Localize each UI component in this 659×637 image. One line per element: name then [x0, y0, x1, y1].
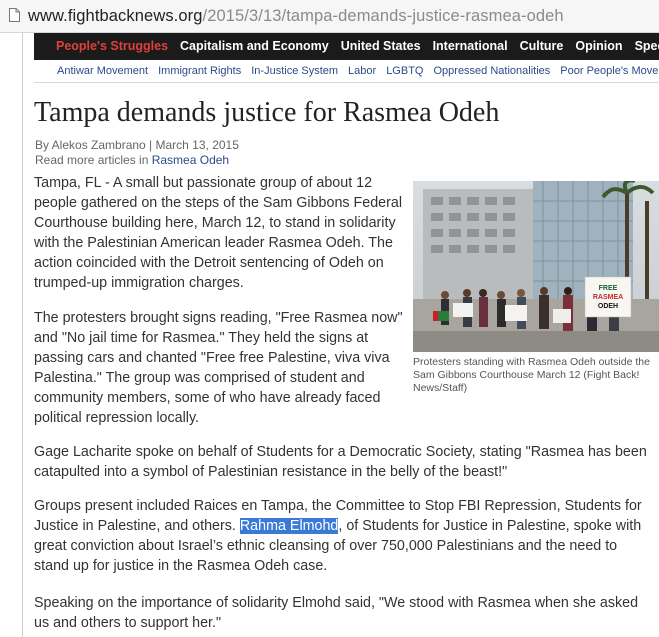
- paragraph-1: Tampa, FL - A small but passionate group…: [34, 175, 402, 291]
- subnav-labor[interactable]: Labor: [343, 61, 381, 82]
- nav-special-coverage[interactable]: Special Co: [629, 33, 659, 60]
- nav-peoples-struggles[interactable]: People's Struggles: [34, 33, 174, 60]
- read-more-link[interactable]: Rasmea Odeh: [152, 153, 229, 167]
- url-text[interactable]: www.fightbacknews.org/2015/3/13/tampa-de…: [28, 7, 564, 26]
- subnav-antiwar[interactable]: Antiwar Movement: [34, 61, 153, 82]
- url-path: /2015/3/13/tampa-demands-justice-rasmea-…: [202, 7, 564, 25]
- sign-text: FREE: [599, 285, 618, 292]
- nav-international[interactable]: International: [427, 33, 514, 60]
- page-icon: [9, 8, 20, 22]
- photo-caption: Protesters standing with Rasmea Odeh out…: [413, 356, 650, 394]
- subnav-oppressed-nationalities[interactable]: Oppressed Nationalities: [428, 61, 555, 82]
- svg-text:RASMEA: RASMEA: [593, 294, 623, 301]
- subnav-lgbtq[interactable]: LGBTQ: [381, 61, 428, 82]
- byline: By Alekos Zambrano | March 13, 2015: [35, 138, 239, 152]
- primary-nav: People's Struggles Capitalism and Economy…: [34, 33, 659, 60]
- paragraph-5: Speaking on the importance of solidarity…: [34, 595, 639, 631]
- selected-text-highlight[interactable]: Rahma Elmohd: [239, 518, 339, 534]
- subnav-injustice-system[interactable]: In-Justice System: [246, 61, 343, 82]
- nav-culture[interactable]: Culture: [514, 33, 570, 60]
- address-bar[interactable]: www.fightbacknews.org/2015/3/13/tampa-de…: [0, 0, 659, 33]
- nav-capitalism-economy[interactable]: Capitalism and Economy: [174, 33, 335, 60]
- subnav-immigrant-rights[interactable]: Immigrant Rights: [153, 61, 246, 82]
- paragraph-3: Gage Lacharite spoke on behalf of Studen…: [34, 444, 647, 480]
- secondary-nav: Antiwar Movement Immigrant Rights In-Justi…: [34, 61, 659, 83]
- subnav-poor-peoples-movement[interactable]: Poor People's Move: [555, 61, 659, 82]
- svg-text:ODEH: ODEH: [598, 303, 618, 310]
- protest-photo: FREE RASMEA ODEH: [413, 181, 659, 352]
- paragraph-4: Groups present included Raices en Tampa,…: [34, 496, 652, 576]
- url-host: www.fightbacknews.org: [28, 7, 203, 25]
- page-border: [22, 33, 23, 637]
- read-more-line: Read more articles in Rasmea Odeh: [35, 153, 229, 167]
- read-more-prefix: Read more articles in: [35, 153, 152, 167]
- article-figure: FREE RASMEA ODEH Protesters standing wit…: [413, 181, 659, 395]
- article-title: Tampa demands justice for Rasmea Odeh: [34, 97, 500, 128]
- paragraph-2: The protesters brought signs reading, "F…: [34, 310, 403, 426]
- nav-united-states[interactable]: United States: [335, 33, 427, 60]
- nav-opinion[interactable]: Opinion: [569, 33, 628, 60]
